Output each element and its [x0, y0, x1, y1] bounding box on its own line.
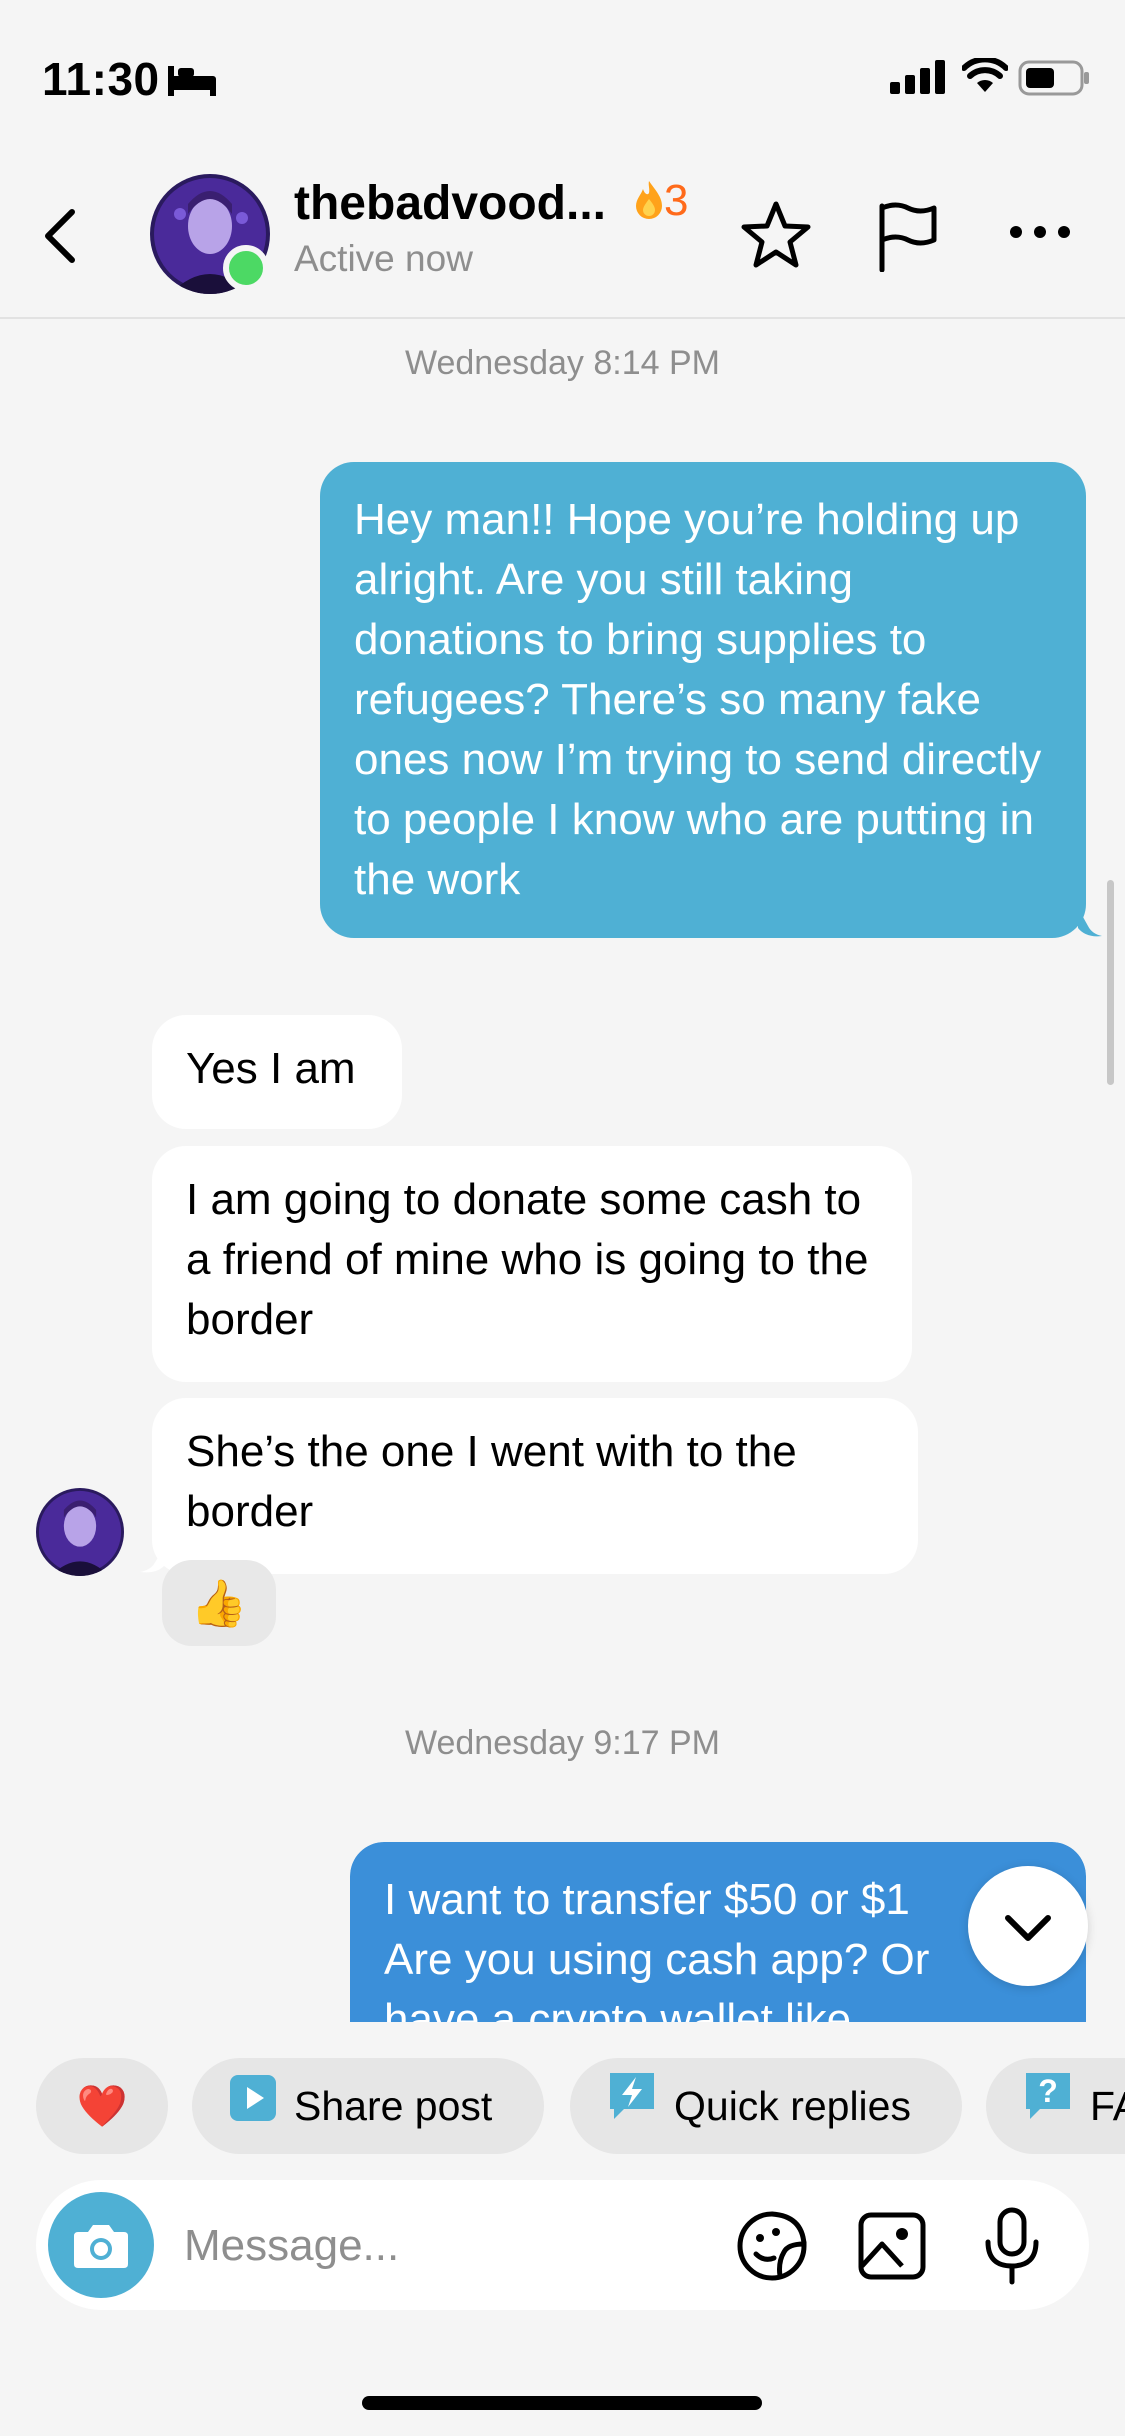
chat-username[interactable]: thebadvood...	[294, 176, 606, 231]
flag-icon[interactable]	[876, 200, 940, 277]
back-arrow-icon[interactable]	[40, 208, 80, 269]
message-bubble-incoming[interactable]: She’s the one I went with to the border	[152, 1398, 918, 1574]
message-line: Are you using cash app? Or	[384, 1935, 930, 1984]
online-indicator	[223, 245, 269, 291]
share-post-chip[interactable]: Share post	[192, 2058, 544, 2154]
battery-icon	[1018, 60, 1090, 101]
signal-icon	[890, 60, 946, 99]
camera-button[interactable]	[48, 2192, 154, 2298]
svg-text:?: ?	[1038, 2073, 1058, 2109]
microphone-icon[interactable]	[980, 2206, 1044, 2291]
streak-badge: 3	[634, 176, 688, 226]
chip-label: Quick replies	[674, 2083, 911, 2129]
bubble-tail	[1078, 908, 1102, 943]
timestamp: Wednesday 9:17 PM	[405, 1724, 720, 1762]
chip-label: Share post	[294, 2083, 493, 2129]
message-line: have a crypto wallet like	[384, 1995, 852, 2022]
more-icon[interactable]	[1008, 224, 1072, 245]
image-icon[interactable]	[856, 2210, 928, 2287]
message-input[interactable]	[182, 2210, 746, 2282]
sticker-icon[interactable]	[734, 2208, 810, 2289]
message-composer	[36, 2180, 1089, 2310]
message-bubble-outgoing[interactable]: Hey man!! Hope you’re holding up alright…	[320, 462, 1086, 938]
question-icon: ?	[1022, 2061, 1074, 2154]
wifi-icon	[961, 56, 1009, 99]
faq-chip[interactable]: ? FAQ	[986, 2058, 1125, 2154]
lightning-icon	[606, 2061, 658, 2157]
camera-icon	[74, 2225, 128, 2268]
chevron-down-icon	[1005, 1915, 1051, 1941]
avatar[interactable]	[36, 1488, 124, 1576]
status-time: 11:30	[42, 53, 160, 105]
scroll-indicator[interactable]	[1107, 880, 1114, 1085]
activity-status: Active now	[294, 238, 473, 279]
timestamp: Wednesday 8:14 PM	[405, 344, 720, 382]
chip-label: FAQ	[1090, 2083, 1125, 2129]
quick-replies-chip[interactable]: Quick replies	[570, 2058, 962, 2154]
message-bubble-incoming[interactable]: Yes I am	[152, 1015, 402, 1129]
star-icon[interactable]	[740, 200, 812, 275]
streak-count: 3	[664, 176, 689, 225]
home-indicator[interactable]	[362, 2396, 762, 2410]
heart-chip[interactable]: ❤️	[36, 2058, 168, 2154]
reaction-badge[interactable]: 👍	[162, 1560, 276, 1646]
chat-header: thebadvood... 3 Active now	[0, 160, 1125, 319]
play-icon	[228, 2061, 278, 2157]
scroll-to-bottom-button[interactable]	[968, 1866, 1088, 1986]
bed-icon	[166, 62, 218, 103]
message-bubble-incoming[interactable]: I am going to donate some cash to a frie…	[152, 1146, 912, 1382]
message-line: I want to transfer $50 or $1	[384, 1875, 910, 1924]
bubble-tail	[140, 1548, 164, 1579]
